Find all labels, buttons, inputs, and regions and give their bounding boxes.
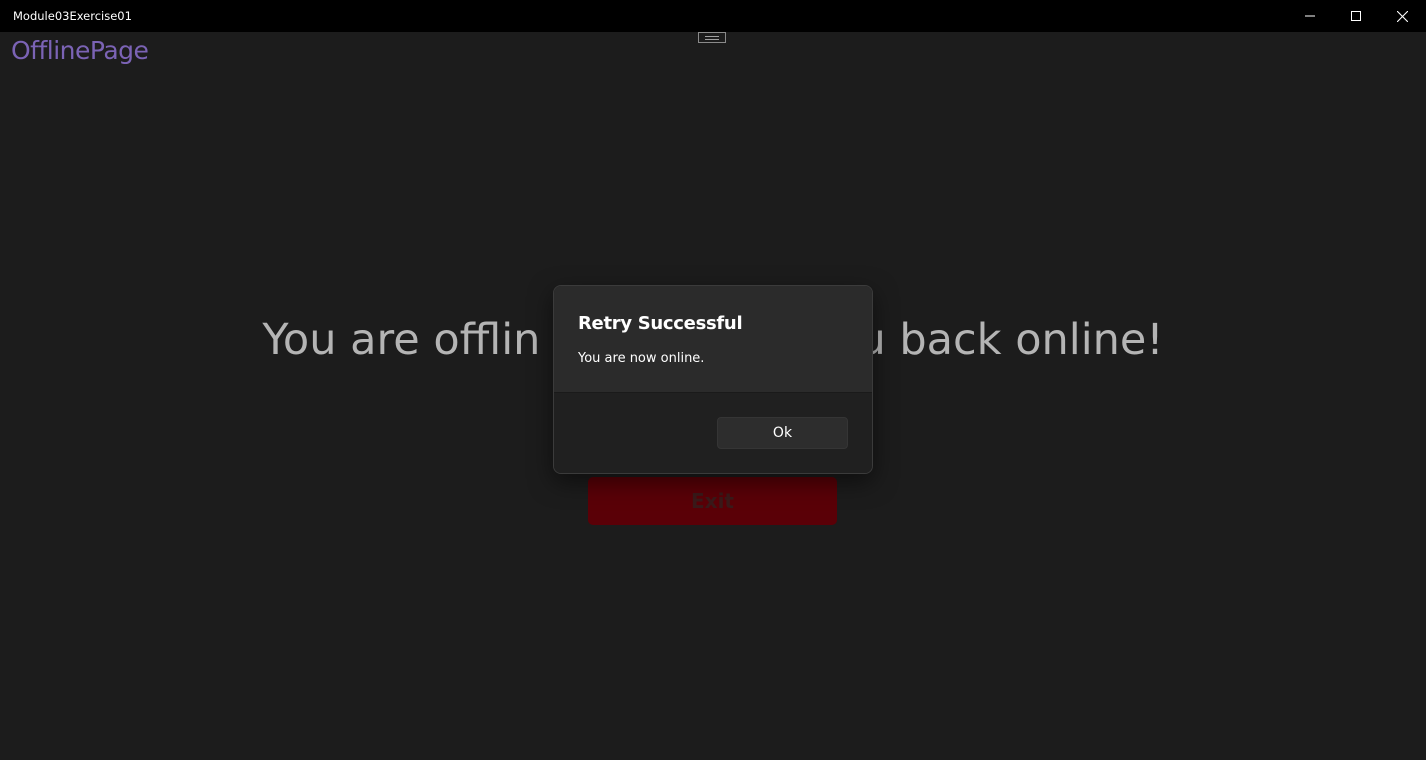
maximize-icon <box>1351 11 1361 21</box>
ok-button[interactable]: Ok <box>717 417 848 449</box>
window-title: Module03Exercise01 <box>13 9 132 23</box>
retry-dialog: Retry Successful You are now online. Ok <box>553 285 873 474</box>
title-bar[interactable]: Module03Exercise01 <box>0 0 1426 32</box>
maximize-button[interactable] <box>1333 0 1379 32</box>
app-window: Module03Exercise01 OfflinePage You are o… <box>0 0 1426 760</box>
minimize-button[interactable] <box>1287 0 1333 32</box>
close-icon <box>1396 10 1408 22</box>
dialog-message: You are now online. <box>578 351 705 366</box>
close-button[interactable] <box>1379 0 1425 32</box>
dialog-content: Retry Successful You are now online. <box>554 286 872 392</box>
dialog-title: Retry Successful <box>578 313 743 334</box>
minimize-icon <box>1305 11 1315 21</box>
dialog-footer: Ok <box>554 392 872 473</box>
